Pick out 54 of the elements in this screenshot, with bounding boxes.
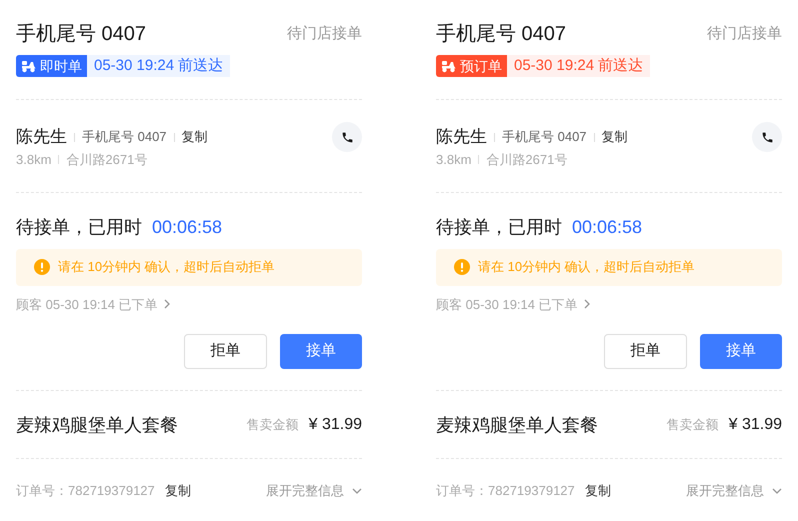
delivery-deadline: 05-30 19:24 前送达	[87, 55, 230, 77]
warning-icon	[34, 259, 50, 275]
phone-button[interactable]	[332, 122, 362, 152]
waiting-label: 待接单，已用时	[16, 216, 142, 239]
order-number-label: 订单号：	[436, 482, 488, 500]
product-name: 麦辣鸡腿堡单人套餐	[436, 414, 598, 436]
scooter-icon	[21, 60, 36, 72]
address: 合川路2671号	[486, 151, 568, 169]
delivery-deadline: 05-30 19:24 前送达	[507, 55, 650, 77]
order-placed-time: 顾客 05-30 19:14 已下单	[436, 296, 578, 314]
copy-link[interactable]: 复制	[164, 481, 191, 500]
copy-link[interactable]: 复制	[182, 127, 208, 147]
chevron-down-icon[interactable]	[352, 488, 362, 494]
price-label: 售卖金额	[246, 416, 299, 434]
distance: 3.8km	[16, 151, 52, 169]
warning-text: 请在 10分钟内 确认，超时后自动拒单	[58, 258, 275, 276]
price: ¥ 31.99	[728, 415, 782, 435]
copy-link[interactable]: 复制	[584, 481, 611, 500]
accept-button[interactable]: 接单	[700, 334, 782, 369]
elapsed-timer: 00:06:58	[152, 216, 222, 239]
phone-icon	[760, 130, 774, 144]
order-number: 782719379127	[68, 482, 155, 500]
order-number: 782719379127	[488, 482, 575, 500]
chevron-right-icon[interactable]	[584, 299, 590, 310]
customer-name: 陈先生	[436, 126, 487, 148]
scooter-icon	[441, 60, 456, 72]
warning-icon	[454, 259, 470, 275]
customer-name: 陈先生	[16, 126, 67, 148]
chevron-right-icon[interactable]	[164, 299, 170, 310]
price: ¥ 31.99	[308, 415, 362, 435]
product-name: 麦辣鸡腿堡单人套餐	[16, 414, 178, 436]
phone-icon	[340, 130, 354, 144]
tag-label: 预订单	[460, 56, 502, 76]
customer-phone: 手机尾号 0407	[502, 128, 587, 146]
customer-phone: 手机尾号 0407	[82, 128, 167, 146]
order-title: 手机尾号 0407	[436, 22, 566, 47]
distance: 3.8km	[436, 151, 472, 169]
waiting-label: 待接单，已用时	[436, 216, 562, 239]
reject-button[interactable]: 拒单	[184, 334, 267, 369]
copy-link[interactable]: 复制	[602, 127, 628, 147]
address: 合川路2671号	[66, 151, 148, 169]
price-label: 售卖金额	[666, 416, 719, 434]
warning-text: 请在 10分钟内 确认，超时后自动拒单	[478, 258, 695, 276]
chevron-down-icon[interactable]	[772, 488, 782, 494]
order-status: 待门店接单	[287, 24, 362, 44]
order-status: 待门店接单	[707, 24, 782, 44]
order-title: 手机尾号 0407	[16, 22, 146, 47]
order-number-label: 订单号：	[16, 482, 68, 500]
phone-button[interactable]	[752, 122, 782, 152]
reject-button[interactable]: 拒单	[604, 334, 687, 369]
order-placed-time: 顾客 05-30 19:14 已下单	[16, 296, 158, 314]
tag-label: 即时单	[40, 56, 82, 76]
elapsed-timer: 00:06:58	[572, 216, 642, 239]
accept-button[interactable]: 接单	[280, 334, 362, 369]
